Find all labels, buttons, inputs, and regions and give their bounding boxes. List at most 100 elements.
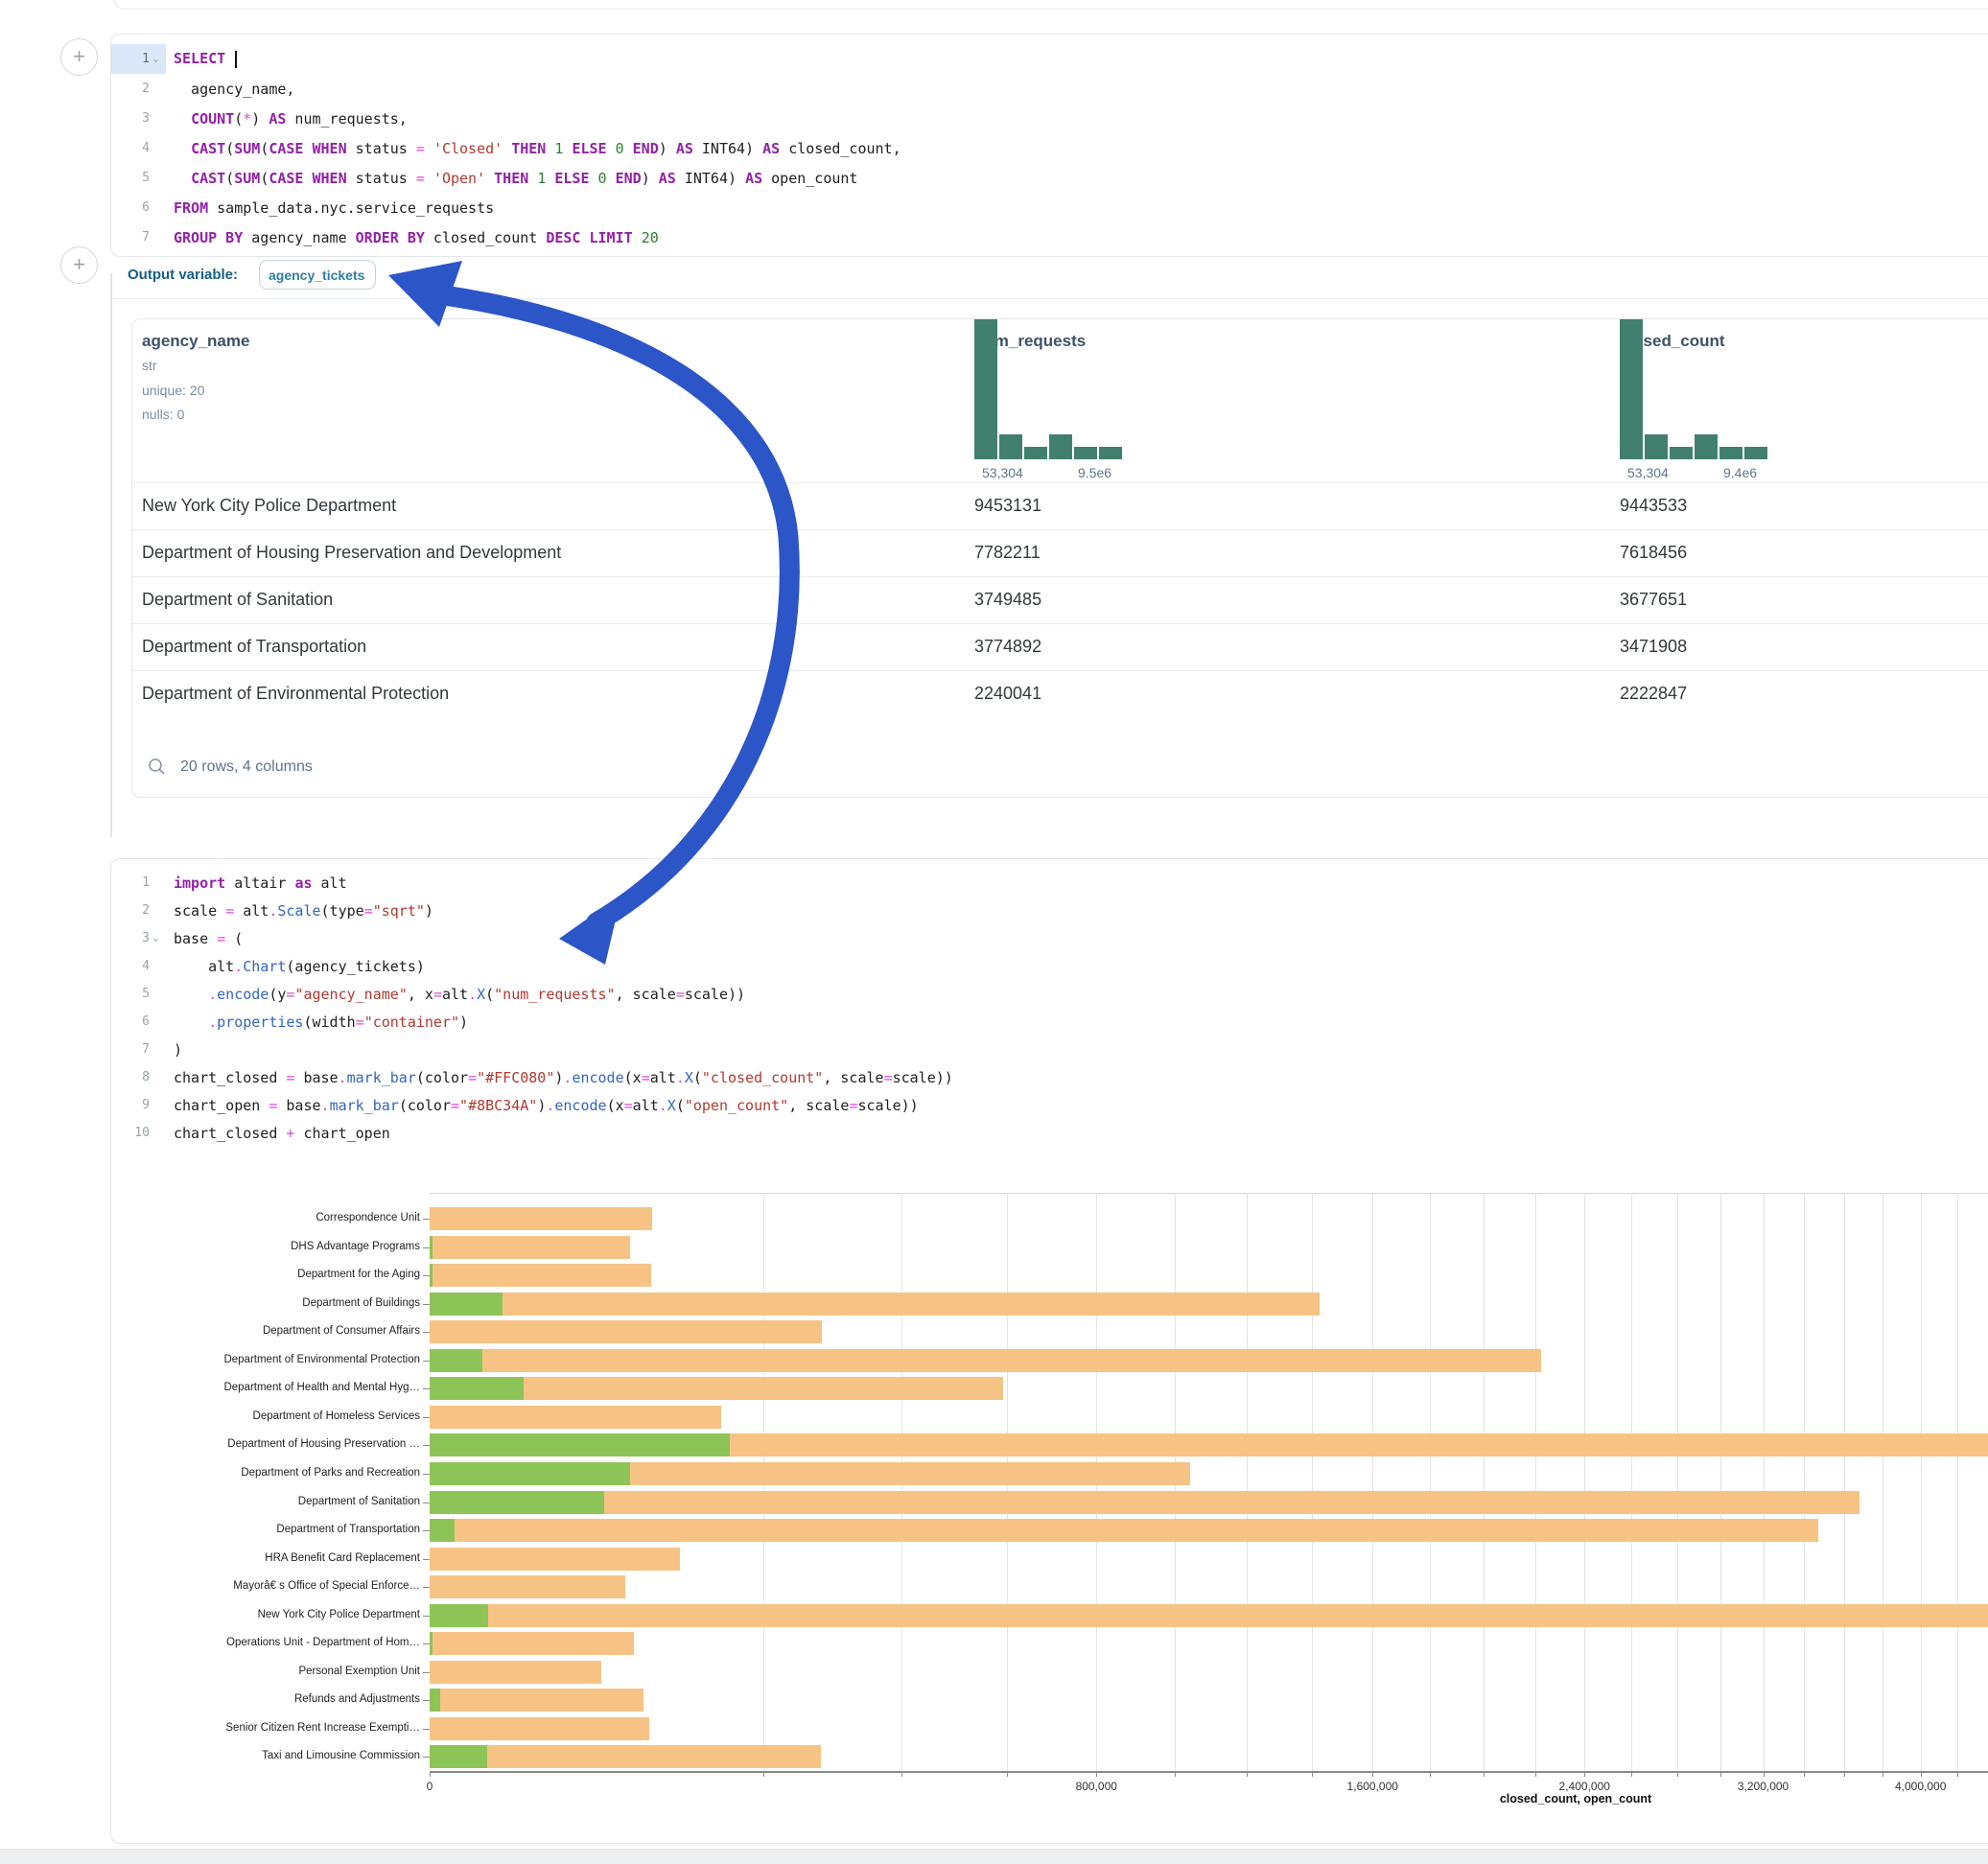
histogram-bar — [1024, 447, 1047, 459]
table-cell: 3677651 — [1620, 590, 1687, 610]
bar-closed-count — [430, 1661, 601, 1684]
code-line[interactable]: 2 agency_name, — [111, 74, 1988, 104]
plot-top-border — [430, 1193, 1988, 1194]
bar-closed-count — [430, 1293, 1320, 1316]
histogram-bar — [1744, 447, 1767, 459]
line-gutter: 6 — [111, 193, 166, 222]
y-axis-label: Refunds and Adjustments — [111, 1693, 420, 1705]
output-variable-label: Output variable: — [128, 267, 238, 283]
x-tick — [1677, 1771, 1678, 1777]
bar-closed-count — [430, 1745, 821, 1768]
text-cursor — [235, 51, 237, 68]
code-line[interactable]: 3 COUNT(*) AS num_requests, — [111, 104, 1988, 133]
code-content: GROUP BY agency_name ORDER BY closed_cou… — [166, 229, 659, 246]
y-tick — [423, 1388, 430, 1389]
code-content: COUNT(*) AS num_requests, — [166, 110, 408, 128]
bar-closed-count — [430, 1491, 1859, 1514]
x-tick — [430, 1771, 431, 1777]
table-cell: 9443533 — [1620, 496, 1687, 516]
x-tick — [1430, 1771, 1431, 1777]
y-tick — [423, 1559, 430, 1560]
y-tick — [423, 1304, 430, 1305]
python-cell-card[interactable]: 1import altair as alt2scale = alt.Scale(… — [110, 858, 1988, 1844]
bar-closed-count — [430, 1207, 652, 1230]
x-axis-title: closed_count, open_count — [1500, 1792, 1651, 1806]
output-variable-input[interactable]: agency_tickets — [259, 260, 376, 290]
gridline — [1484, 1193, 1485, 1771]
gridline — [1247, 1193, 1248, 1771]
code-line[interactable]: 7GROUP BY agency_name ORDER BY closed_co… — [111, 222, 1988, 252]
y-axis-label: Department of Housing Preservation … — [111, 1438, 420, 1450]
add-cell-button-top[interactable]: + — [60, 38, 98, 76]
fold-chevron-icon[interactable]: ⌄ — [150, 54, 162, 64]
y-tick — [423, 1672, 430, 1673]
bar-closed-count — [430, 1604, 1988, 1627]
code-line[interactable]: 4 CAST(SUM(CASE WHEN status = 'Closed' T… — [111, 133, 1988, 163]
line-number: 6 — [142, 200, 150, 215]
x-tick-label: 3,200,000 — [1738, 1780, 1789, 1793]
gridline — [1631, 1193, 1632, 1771]
histogram-bar — [974, 318, 997, 459]
y-axis-label: Department of Environmental Protection — [111, 1354, 420, 1365]
x-tick — [1844, 1771, 1845, 1777]
histogram-min-label: 53,304 — [982, 465, 1023, 480]
bar-closed-count — [430, 1406, 721, 1429]
code-content: CAST(SUM(CASE WHEN status = 'Closed' THE… — [166, 140, 901, 157]
x-tick — [1631, 1771, 1632, 1777]
y-tick — [423, 1530, 430, 1531]
bar-closed-count — [430, 1717, 649, 1740]
histogram-max-label: 9.5e6 — [1078, 465, 1111, 480]
table-shape-label: 20 rows, 4 columns — [180, 758, 313, 776]
gridline — [1372, 1193, 1373, 1771]
page-background-strip — [0, 1849, 1988, 1864]
y-axis-label: Department of Transportation — [111, 1524, 420, 1535]
add-cell-button-output[interactable]: + — [60, 246, 98, 284]
y-axis-label: Department of Buildings — [111, 1297, 420, 1309]
y-axis-label: Department of Parks and Recreation — [111, 1467, 420, 1479]
bar-open-count — [430, 1349, 482, 1372]
x-tick — [1584, 1771, 1585, 1777]
x-tick — [1372, 1771, 1373, 1777]
y-tick — [423, 1757, 430, 1758]
code-line[interactable]: 6FROM sample_data.nyc.service_requests — [111, 193, 1988, 222]
bar-open-count — [430, 1491, 604, 1514]
y-tick — [423, 1643, 430, 1644]
line-gutter: 1⌄ — [111, 44, 166, 74]
gridline — [1677, 1193, 1678, 1771]
code-content: agency_name, — [166, 81, 294, 98]
code-content: SELECT — [166, 50, 237, 68]
y-axis-label: Mayorâ€ s Office of Special Enforce… — [111, 1580, 420, 1592]
sql-cell-card[interactable]: 1⌄SELECT 2 agency_name,3 COUNT(*) AS num… — [110, 34, 1988, 257]
table-row: Department of Transportation377489234719… — [132, 623, 1988, 670]
gridline — [1957, 1193, 1958, 1771]
dataframe-preview-card: agency_namestrunique: 20nulls: 0num_requ… — [131, 318, 1988, 798]
bar-open-count — [430, 1519, 455, 1542]
table-row: Department of Environmental Protection22… — [132, 670, 1988, 717]
divider — [110, 298, 1988, 299]
histogram-bar — [1695, 434, 1718, 459]
cell-left-indicator — [110, 273, 112, 837]
code-line[interactable]: 5 CAST(SUM(CASE WHEN status = 'Open' THE… — [111, 163, 1988, 193]
column-stat: unique: 20 — [142, 383, 204, 398]
y-axis-label: Operations Unit - Department of Hom… — [111, 1637, 420, 1648]
x-tick — [1535, 1771, 1536, 1777]
y-tick — [423, 1247, 430, 1248]
sql-code-editor[interactable]: 1⌄SELECT 2 agency_name,3 COUNT(*) AS num… — [111, 44, 1988, 252]
table-cell: 2222847 — [1620, 684, 1687, 704]
table-cell: Department of Sanitation — [142, 590, 333, 610]
line-number: 3 — [142, 111, 150, 126]
table-cell: 3749485 — [974, 590, 1041, 610]
y-tick — [423, 1219, 430, 1220]
table-cell: Department of Housing Preservation and D… — [142, 543, 561, 563]
y-axis-label: Department of Sanitation — [111, 1496, 420, 1507]
bar-open-count — [430, 1689, 440, 1712]
y-tick — [423, 1275, 430, 1276]
y-axis-label: Correspondence Unit — [111, 1212, 420, 1223]
histogram-bar — [1074, 447, 1097, 459]
line-gutter: 5 — [111, 163, 166, 193]
plus-icon: + — [73, 46, 85, 67]
search-icon[interactable] — [147, 757, 167, 777]
bar-open-count — [430, 1377, 524, 1400]
code-line[interactable]: 1⌄SELECT — [111, 44, 1988, 74]
line-number: 1 — [142, 52, 150, 66]
